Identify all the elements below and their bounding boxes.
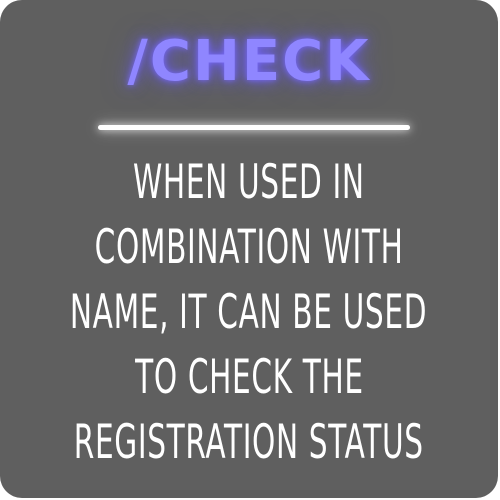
description-line: TO CHECK THE — [134, 350, 364, 405]
command-title: /CHECK — [127, 29, 371, 94]
description-line: WHEN USED IN — [133, 155, 365, 210]
divider-line — [98, 125, 410, 130]
command-card: /CHECK WHEN USED IN COMBINATION WITH NAM… — [0, 0, 498, 498]
command-description: WHEN USED IN COMBINATION WITH NAME, IT C… — [0, 150, 498, 475]
description-line: REGISTRATION STATUS — [74, 415, 424, 470]
description-line: COMBINATION WITH — [94, 220, 404, 275]
description-line: NAME, IT CAN BE USED — [70, 285, 428, 340]
